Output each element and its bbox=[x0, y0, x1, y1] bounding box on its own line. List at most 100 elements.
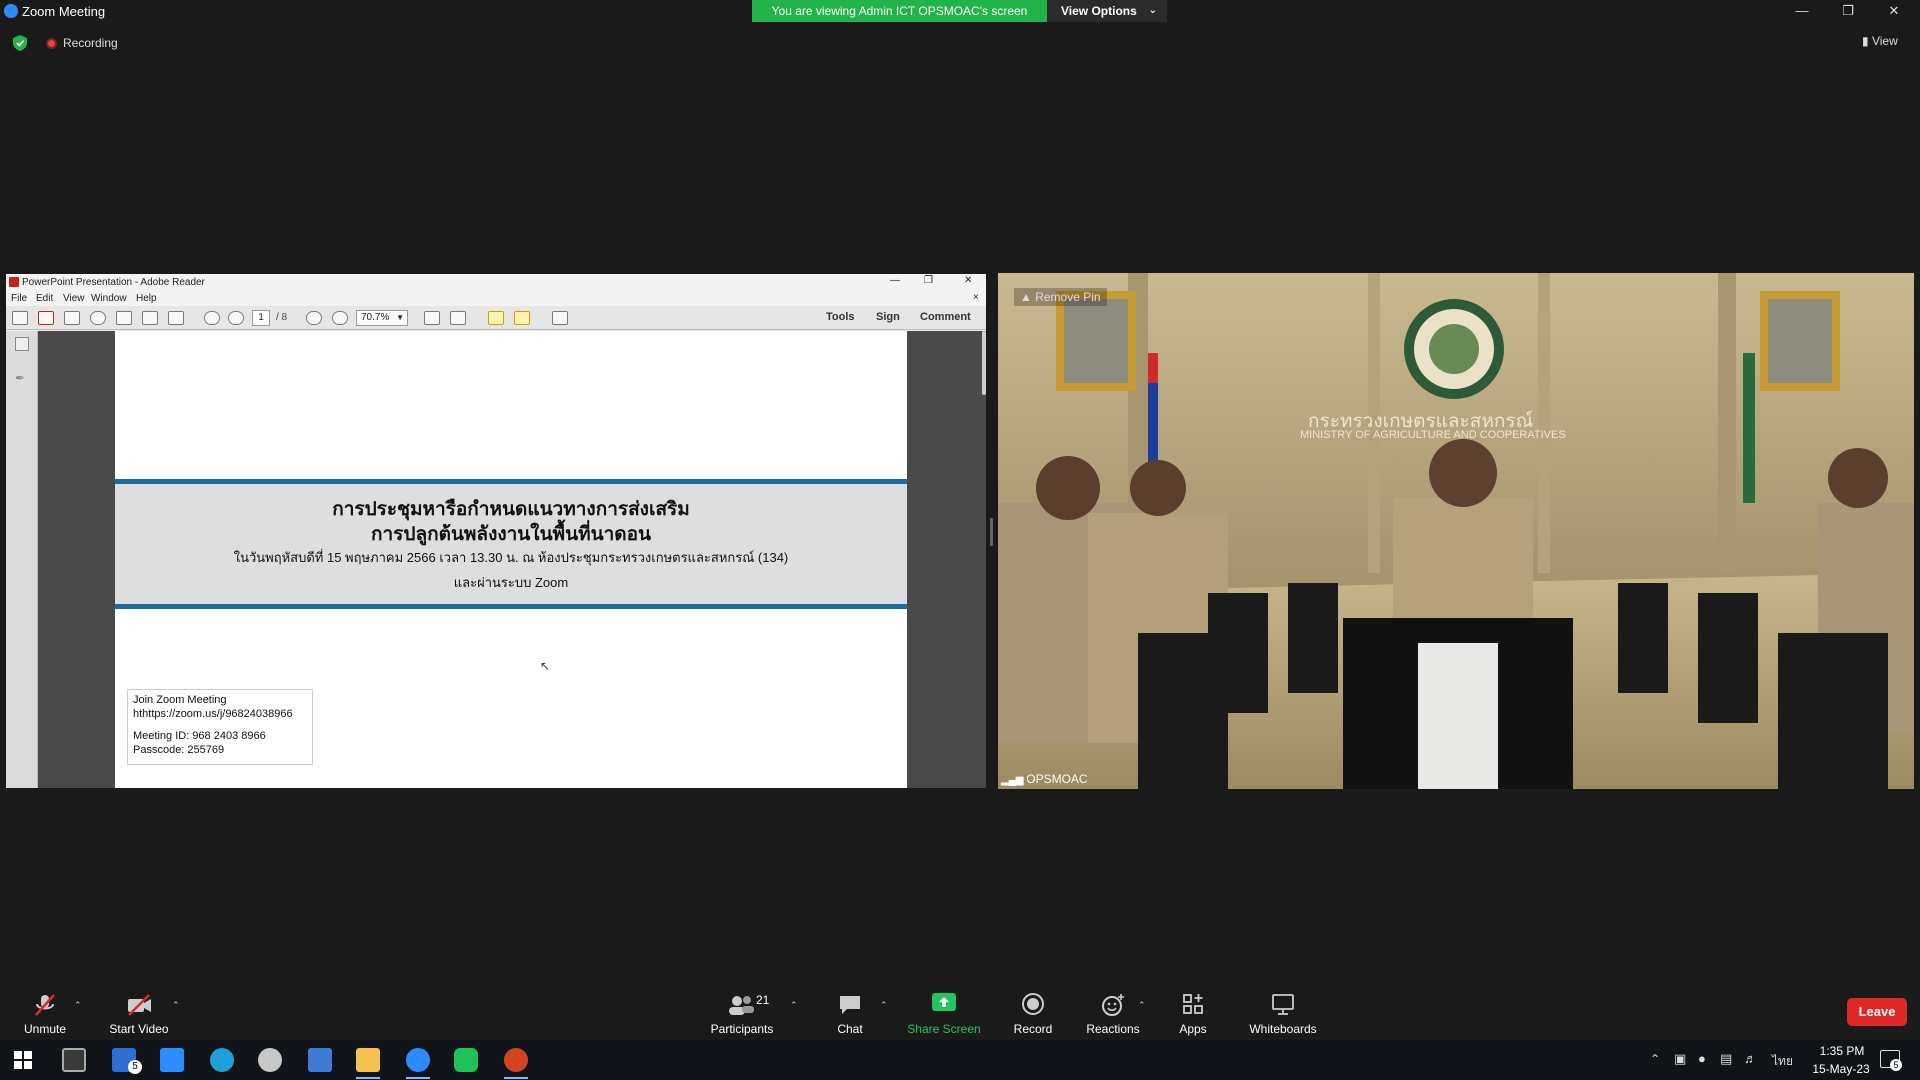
taskbar-clock-date[interactable]: 15-May-23 bbox=[1806, 1062, 1876, 1076]
sticky-note-icon[interactable] bbox=[488, 311, 504, 325]
slide-bottom-rule bbox=[115, 604, 907, 609]
restore-button[interactable]: ❐ bbox=[1826, 0, 1870, 22]
chat-options-caret[interactable]: ⌃ bbox=[880, 1000, 888, 1011]
edge-browser-icon[interactable] bbox=[210, 1048, 234, 1072]
meet-now-icon[interactable]: ▣ bbox=[1674, 1051, 1686, 1067]
menu-window[interactable]: Window bbox=[91, 293, 127, 304]
view-options-button[interactable]: View Options ⌄ bbox=[1047, 0, 1167, 22]
document-close-icon[interactable]: × bbox=[973, 292, 979, 303]
network-icon[interactable]: ▤ bbox=[1720, 1051, 1732, 1067]
tools-tab[interactable]: Tools bbox=[826, 311, 855, 323]
volume-icon[interactable]: ♬ bbox=[1744, 1051, 1757, 1066]
line-app-icon[interactable] bbox=[454, 1048, 478, 1072]
remove-pin-button[interactable]: ▲ Remove Pin bbox=[1014, 288, 1107, 306]
participants-button[interactable]: 21 Participants bbox=[700, 972, 784, 1040]
menu-help[interactable]: Help bbox=[136, 293, 157, 304]
menu-edit[interactable]: Edit bbox=[36, 293, 53, 304]
highlight-icon[interactable] bbox=[514, 311, 530, 325]
calendar-app-icon[interactable] bbox=[160, 1048, 184, 1072]
file-explorer-icon[interactable] bbox=[356, 1048, 380, 1072]
task-view-icon[interactable] bbox=[62, 1048, 86, 1072]
pin-icon: ▲ bbox=[1020, 290, 1036, 304]
acrobat-restore-button[interactable]: ❐ bbox=[924, 275, 933, 286]
participant-name: OPSMOAC bbox=[1026, 772, 1088, 786]
read-mode-icon[interactable] bbox=[552, 311, 568, 325]
mouse-cursor-icon: ↖ bbox=[540, 659, 551, 673]
view-layout-button[interactable]: ▮ View bbox=[1862, 34, 1898, 48]
mail-app-icon[interactable]: 5 bbox=[112, 1048, 142, 1074]
sign-tab[interactable]: Sign bbox=[876, 311, 900, 323]
email-icon[interactable] bbox=[168, 311, 184, 325]
participant-video[interactable]: กระทรวงเกษตรและสหกรณ์ MINISTRY OF AGRICU… bbox=[998, 273, 1914, 789]
acrobat-close-button[interactable]: ✕ bbox=[964, 275, 972, 286]
participant-name-tag: ▂▄▆ OPSMOAC bbox=[1001, 772, 1088, 786]
participants-label: Participants bbox=[710, 1022, 774, 1036]
join-label: Join Zoom Meeting bbox=[133, 694, 227, 706]
split-resize-handle[interactable] bbox=[990, 518, 993, 546]
notifications-icon[interactable]: 5 bbox=[1880, 1050, 1902, 1071]
menu-view[interactable]: View bbox=[63, 293, 85, 304]
open-pdf-icon[interactable] bbox=[38, 311, 54, 325]
paint-app-icon[interactable] bbox=[258, 1048, 282, 1072]
fit-width-icon[interactable] bbox=[424, 311, 440, 325]
save-icon[interactable] bbox=[116, 311, 132, 325]
encryption-shield-icon[interactable] bbox=[13, 35, 27, 51]
record-label: Record bbox=[1013, 1022, 1053, 1036]
menu-file[interactable]: File bbox=[11, 293, 27, 304]
previous-page-icon[interactable] bbox=[204, 311, 220, 325]
print-icon[interactable] bbox=[142, 311, 158, 325]
page-number-input[interactable]: 1 bbox=[252, 310, 270, 326]
comment-tab[interactable]: Comment bbox=[920, 311, 971, 323]
chat-button[interactable]: Chat bbox=[815, 972, 885, 1040]
audio-options-caret[interactable]: ⌃ bbox=[74, 1000, 82, 1011]
document-viewport: การประชุมหารือกำหนดแนวทางการส่งเสริม การ… bbox=[38, 331, 986, 788]
mail-badge: 5 bbox=[128, 1060, 142, 1074]
view-layout-icon: ▮ bbox=[1862, 34, 1872, 48]
powerpoint-app-icon[interactable] bbox=[504, 1048, 528, 1072]
unmute-button[interactable]: Unmute bbox=[10, 972, 80, 1040]
video-options-caret[interactable]: ⌃ bbox=[172, 1000, 180, 1011]
meeting-controls-bar: Unmute ⌃ Start Video ⌃ 21 Participants ⌃… bbox=[0, 972, 1920, 1040]
cloud-icon[interactable] bbox=[90, 311, 106, 325]
acrobat-window-title: PowerPoint Presentation - Adobe Reader bbox=[22, 277, 205, 288]
zoom-level-select[interactable]: 70.7% ▼ bbox=[356, 310, 408, 326]
start-video-button[interactable]: Start Video bbox=[100, 972, 178, 1040]
unmute-label: Unmute bbox=[23, 1022, 67, 1036]
join-link[interactable]: hthttps://zoom.us/j/96824038966 bbox=[133, 707, 307, 721]
share-screen-button[interactable]: Share Screen bbox=[900, 972, 988, 1040]
participants-options-caret[interactable]: ⌃ bbox=[790, 1000, 798, 1011]
pdf-page: การประชุมหารือกำหนดแนวทางการส่งเสริม การ… bbox=[115, 331, 907, 788]
recording-icon bbox=[46, 38, 57, 49]
fit-page-icon[interactable] bbox=[450, 311, 466, 325]
minimize-button[interactable]: — bbox=[1780, 0, 1824, 22]
zoom-taskbar-icon[interactable] bbox=[406, 1048, 430, 1072]
zoom-out-icon[interactable] bbox=[306, 311, 322, 325]
edit-icon[interactable] bbox=[64, 311, 80, 325]
reactions-icon bbox=[1102, 994, 1124, 1016]
windows-start-icon[interactable] bbox=[14, 1051, 32, 1069]
create-pdf-icon[interactable] bbox=[12, 311, 28, 325]
apps-button[interactable]: Apps bbox=[1160, 972, 1226, 1040]
record-button[interactable]: Record bbox=[1000, 972, 1066, 1040]
document-scrollbar[interactable] bbox=[982, 331, 986, 395]
passcode: Passcode: 255769 bbox=[133, 744, 225, 756]
apps-label: Apps bbox=[1179, 1022, 1207, 1036]
whiteboards-button[interactable]: Whiteboards bbox=[1240, 972, 1326, 1040]
acrobat-minimize-button[interactable]: — bbox=[890, 275, 900, 286]
calculator-app-icon[interactable] bbox=[308, 1048, 332, 1072]
microphone-tray-icon[interactable]: ● bbox=[1698, 1051, 1706, 1066]
attachment-icon[interactable]: ✒ bbox=[15, 371, 29, 385]
view-options-label: View Options bbox=[1061, 4, 1137, 18]
input-language-indicator[interactable]: ไทย bbox=[1772, 1052, 1793, 1071]
ministry-sign-en: MINISTRY OF AGRICULTURE AND COOPERATIVES bbox=[1300, 429, 1566, 441]
leave-meeting-button[interactable]: Leave bbox=[1847, 998, 1907, 1026]
page-thumbnails-icon[interactable] bbox=[15, 337, 29, 351]
reactions-options-caret[interactable]: ⌃ bbox=[1138, 1000, 1146, 1011]
taskbar-clock-time[interactable]: 1:35 PM bbox=[1812, 1044, 1872, 1058]
show-hidden-icons-icon[interactable]: ⌃ bbox=[1650, 1052, 1660, 1066]
reactions-label: Reactions bbox=[1086, 1022, 1140, 1036]
close-button[interactable]: ✕ bbox=[1872, 0, 1916, 22]
next-page-icon[interactable] bbox=[228, 311, 244, 325]
zoom-in-icon[interactable] bbox=[332, 311, 348, 325]
reactions-button[interactable]: Reactions bbox=[1080, 972, 1146, 1040]
